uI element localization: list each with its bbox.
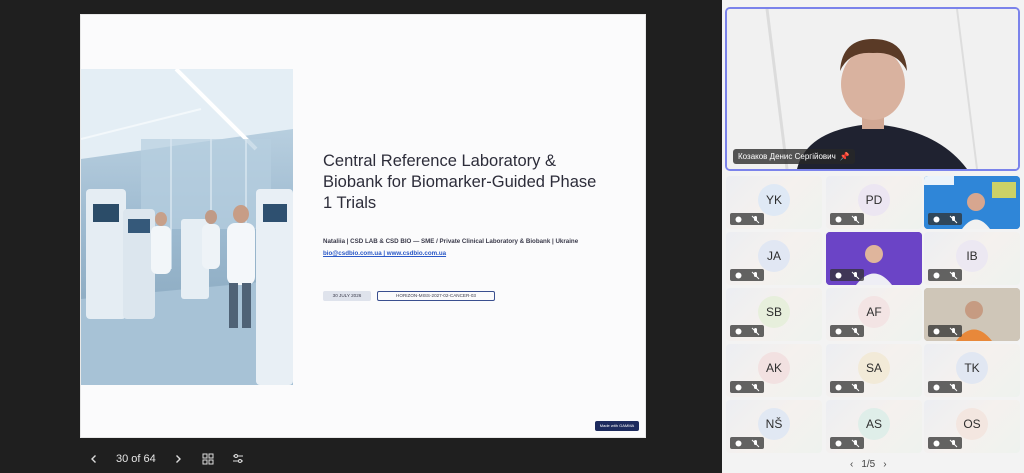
participant-tile[interactable]: JA xyxy=(726,232,822,285)
participant-tile[interactable]: AF xyxy=(826,288,922,341)
participant-tile[interactable]: YK xyxy=(726,176,822,229)
hand-icon xyxy=(735,440,742,446)
hand-icon xyxy=(735,272,742,278)
mic-muted-icon xyxy=(730,325,764,337)
participant-avatar: YK xyxy=(758,183,790,216)
hand-icon xyxy=(933,328,940,334)
participants-panel: Козаков Денис Сергійович 📌 YK PD JA IB SB AF A… xyxy=(722,0,1024,473)
mic-off-icon xyxy=(949,327,958,335)
mic-off-icon xyxy=(751,383,760,391)
mic-muted-icon xyxy=(928,269,962,281)
shared-screen-stage: Central Reference Laboratory & Biobank f… xyxy=(0,0,722,473)
participant-tile[interactable]: TK xyxy=(924,344,1020,397)
mic-muted-icon xyxy=(830,325,864,337)
participant-tile[interactable]: AK xyxy=(726,344,822,397)
participant-tile[interactable] xyxy=(826,232,922,285)
participant-avatar: IB xyxy=(956,239,988,272)
mic-muted-icon xyxy=(830,269,864,281)
hand-icon xyxy=(735,328,742,334)
mic-muted-icon xyxy=(730,213,764,225)
participant-avatar: OS xyxy=(956,407,988,440)
hand-icon xyxy=(835,328,842,334)
participant-avatar: AK xyxy=(758,351,790,384)
participant-avatar: SA xyxy=(858,351,890,384)
participant-avatar: AS xyxy=(858,407,890,440)
participant-avatar: TK xyxy=(956,351,988,384)
hand-icon xyxy=(835,440,842,446)
participant-tile[interactable]: IB xyxy=(924,232,1020,285)
presentation-slide: Central Reference Laboratory & Biobank f… xyxy=(80,14,646,438)
participant-tile[interactable]: NŠ xyxy=(726,400,822,453)
pager-text: 1/5 xyxy=(861,459,876,470)
laboratory-photo xyxy=(81,69,293,385)
mic-muted-icon xyxy=(730,381,764,393)
mic-muted-icon xyxy=(928,325,962,337)
chevron-right-icon[interactable] xyxy=(170,451,186,467)
made-with-badge[interactable]: Made with GAMMA xyxy=(595,421,639,431)
participant-tile[interactable] xyxy=(924,176,1020,229)
mic-off-icon xyxy=(949,271,958,279)
participant-avatar: AF xyxy=(858,295,890,328)
hand-icon xyxy=(933,272,940,278)
mic-off-icon xyxy=(851,271,860,279)
speaker-name: Козаков Денис Сергійович xyxy=(738,152,836,161)
participant-tile[interactable] xyxy=(924,288,1020,341)
speaker-video-frame xyxy=(727,9,1018,169)
mic-muted-icon xyxy=(928,381,962,393)
mic-off-icon xyxy=(751,439,760,447)
mic-muted-icon xyxy=(830,213,864,225)
hand-icon xyxy=(933,384,940,390)
mic-muted-icon xyxy=(830,381,864,393)
participant-avatar: NŠ xyxy=(758,407,790,440)
slide-title: Central Reference Laboratory & Biobank f… xyxy=(323,152,597,212)
mic-muted-icon xyxy=(928,437,962,449)
active-speaker-video[interactable]: Козаков Денис Сергійович 📌 xyxy=(725,7,1020,171)
mic-off-icon xyxy=(751,215,760,223)
chevron-left-icon[interactable] xyxy=(86,451,102,467)
participant-avatar: PD xyxy=(858,183,890,216)
participant-tile[interactable]: AS xyxy=(826,400,922,453)
mic-off-icon xyxy=(851,215,860,223)
hand-icon xyxy=(735,216,742,222)
pin-icon[interactable]: 📌 xyxy=(840,149,850,164)
chevron-right-icon[interactable]: › xyxy=(883,459,886,470)
slide-subtitle: Nataliia | CSD LAB & CSD BIO — SME / Pri… xyxy=(323,238,579,245)
hand-icon xyxy=(835,384,842,390)
speaker-name-label: Козаков Денис Сергійович 📌 xyxy=(733,149,855,164)
participant-avatar: JA xyxy=(758,239,790,272)
mic-off-icon xyxy=(751,271,760,279)
mic-muted-icon xyxy=(730,269,764,281)
participant-tile[interactable]: OS xyxy=(924,400,1020,453)
participant-tile[interactable]: PD xyxy=(826,176,922,229)
sliders-icon[interactable] xyxy=(230,451,246,467)
hand-icon xyxy=(835,272,842,278)
mic-off-icon xyxy=(851,383,860,391)
grid-icon[interactable] xyxy=(200,451,216,467)
mic-off-icon xyxy=(851,439,860,447)
mic-off-icon xyxy=(851,327,860,335)
participant-tile[interactable]: SA xyxy=(826,344,922,397)
hand-icon xyxy=(835,216,842,222)
hand-icon xyxy=(933,440,940,446)
participant-tile[interactable]: SB xyxy=(726,288,822,341)
pager: ‹ 1/5 › xyxy=(850,459,887,470)
hand-icon xyxy=(735,384,742,390)
mic-muted-icon xyxy=(830,437,864,449)
slide-counter: 30 of 64 xyxy=(116,453,156,465)
mic-muted-icon xyxy=(928,213,962,225)
chevron-left-icon[interactable]: ‹ xyxy=(850,459,853,470)
date-tag: 30 JULY 2026 xyxy=(323,291,371,301)
slide-navigation: 30 of 64 xyxy=(86,450,246,468)
hand-icon xyxy=(933,216,940,222)
participant-avatar: SB xyxy=(758,295,790,328)
mic-muted-icon xyxy=(730,437,764,449)
mic-off-icon xyxy=(949,439,958,447)
mic-off-icon xyxy=(949,383,958,391)
mic-off-icon xyxy=(949,215,958,223)
contact-links[interactable]: bio@csdbio.com.ua | www.csdbio.com.ua xyxy=(323,250,446,257)
mic-off-icon xyxy=(751,327,760,335)
call-code-tag: HORIZON-MISS-2027-02-CANCER-03 xyxy=(377,291,495,301)
